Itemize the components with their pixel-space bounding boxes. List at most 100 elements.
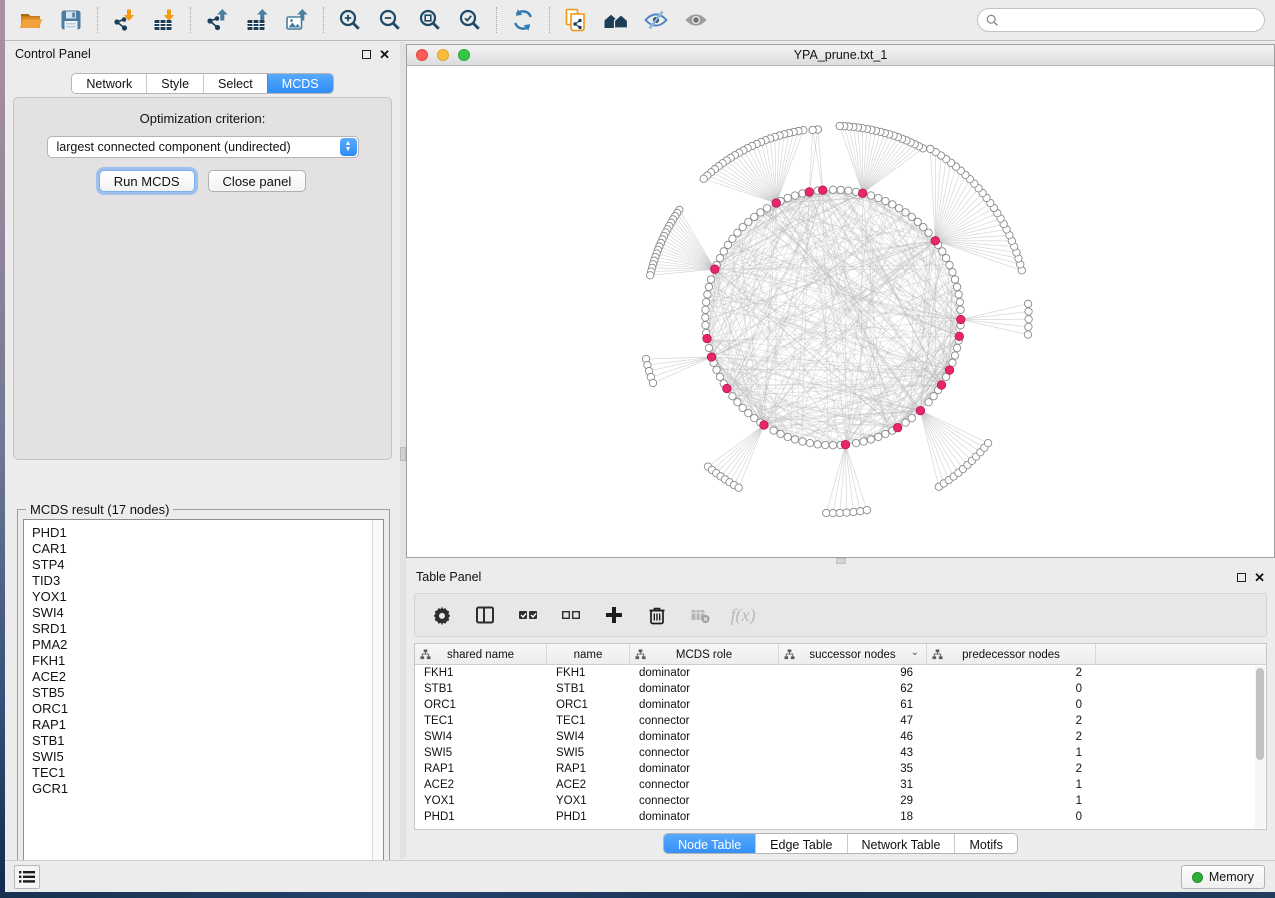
tab-network[interactable]: Network [72,74,146,93]
column-header-successor-nodes[interactable]: successor nodes⌄ [779,644,927,665]
tab-style[interactable]: Style [146,74,203,93]
mcds-result-list[interactable]: PHD1CAR1STP4TID3YOX1SWI4SRD1PMA2FKH1ACE2… [23,519,384,875]
home-icon[interactable] [596,4,636,36]
mcds-result-item[interactable]: CAR1 [32,541,383,557]
cell-successor_nodes: 47 [779,715,927,727]
zoom-selected-icon[interactable] [450,4,490,36]
table-row[interactable]: STB1STB1dominator620 [415,681,1266,697]
clone-network-icon[interactable] [556,4,596,36]
table-row[interactable]: YOX1YOX1connector291 [415,793,1266,809]
cell-predecessor_nodes: 1 [927,795,1096,807]
column-header-predecessor-nodes[interactable]: predecessor nodes [927,644,1096,665]
mcds-result-item[interactable]: PHD1 [32,525,383,541]
tab-network-table[interactable]: Network Table [847,834,955,854]
table-row[interactable]: ACE2ACE2connector311 [415,777,1266,793]
column-header-shared-name[interactable]: shared name [415,644,547,665]
mcds-result-item[interactable]: YOX1 [32,589,383,605]
search-input[interactable] [1004,13,1256,27]
table-row[interactable]: ORC1ORC1dominator610 [415,697,1266,713]
mcds-result-item[interactable]: STB5 [32,685,383,701]
mcds-result-item[interactable]: STP4 [32,557,383,573]
close-panel-icon[interactable]: ✕ [379,48,390,61]
cell-shared_name: ORC1 [415,699,547,711]
cell-predecessor_nodes: 0 [927,699,1096,711]
table-toolbar: f(x) [414,593,1267,637]
float-panel-icon[interactable] [362,50,371,59]
table-scrollbar[interactable] [1255,666,1265,828]
toolbar-separator [549,7,550,33]
mcds-result-item[interactable]: FKH1 [32,653,383,669]
table-panel: Table Panel ✕ f(x) share [406,565,1275,857]
mcds-result-item[interactable]: SWI4 [32,605,383,621]
refresh-layout-icon[interactable] [503,4,543,36]
status-bar: Memory [5,860,1275,892]
cell-shared_name: YOX1 [415,795,547,807]
table-panel-title: Table Panel [416,570,481,584]
cell-successor_nodes: 29 [779,795,927,807]
control-panel: Control Panel ✕ NetworkStyleSelectMCDS O… [5,42,400,858]
node-table: shared namenameMCDS rolesuccessor nodes⌄… [414,643,1267,830]
close-table-panel-icon[interactable]: ✕ [1254,571,1265,584]
column-header-name[interactable]: name [547,644,630,665]
zoom-in-icon[interactable] [330,4,370,36]
mcds-result-item[interactable]: STB1 [32,733,383,749]
network-canvas[interactable] [407,66,1274,557]
table-scrollbar-thumb[interactable] [1256,668,1264,760]
memory-button[interactable]: Memory [1181,865,1265,889]
mcds-result-item[interactable]: TEC1 [32,765,383,781]
unselect-all-icon[interactable] [558,602,584,628]
zoom-fit-icon[interactable] [410,4,450,36]
import-network-icon[interactable] [104,4,144,36]
cell-shared_name: FKH1 [415,667,547,679]
table-row[interactable]: FKH1FKH1dominator962 [415,665,1266,681]
show-panel-eye-icon[interactable] [676,4,716,36]
export-image-icon[interactable] [277,4,317,36]
table-settings-gear-icon[interactable] [429,602,455,628]
open-file-icon[interactable] [11,4,51,36]
tab-select[interactable]: Select [203,74,267,93]
horizontal-splitter-handle[interactable] [836,558,846,564]
mcds-list-scrollbar[interactable] [372,520,383,874]
run-mcds-button[interactable]: Run MCDS [99,170,195,192]
mcds-result-item[interactable]: RAP1 [32,717,383,733]
mcds-result-item[interactable]: GCR1 [32,781,383,797]
table-row[interactable]: RAP1RAP1dominator352 [415,761,1266,777]
network-graph[interactable] [407,66,1274,557]
export-network-icon[interactable] [197,4,237,36]
cell-successor_nodes: 62 [779,683,927,695]
table-row[interactable]: SWI5SWI5connector431 [415,745,1266,761]
tab-motifs[interactable]: Motifs [954,834,1016,854]
table-row[interactable]: SWI4SWI4dominator462 [415,729,1266,745]
network-window-titlebar[interactable]: YPA_prune.txt_1 [407,45,1274,66]
mcds-result-item[interactable]: SRD1 [32,621,383,637]
table-row[interactable]: PHD1PHD1dominator180 [415,809,1266,825]
mcds-result-item[interactable]: ACE2 [32,669,383,685]
zoom-out-icon[interactable] [370,4,410,36]
cell-mcds_role: dominator [630,699,779,711]
close-panel-button[interactable]: Close panel [208,170,307,192]
task-history-button[interactable] [14,865,40,889]
mcds-result-item[interactable]: SWI5 [32,749,383,765]
tab-mcds[interactable]: MCDS [267,74,333,93]
column-header-MCDS-role[interactable]: MCDS role [630,644,779,665]
show-columns-icon[interactable] [472,602,498,628]
float-table-panel-icon[interactable] [1237,573,1246,582]
save-session-icon[interactable] [51,4,91,36]
mcds-result-item[interactable]: PMA2 [32,637,383,653]
delete-row-trash-icon[interactable] [644,602,670,628]
tab-node-table[interactable]: Node Table [664,834,755,854]
memory-label: Memory [1209,870,1254,884]
tab-edge-table[interactable]: Edge Table [755,834,846,854]
export-table-icon[interactable] [237,4,277,36]
cell-predecessor_nodes: 1 [927,779,1096,791]
add-row-plus-icon[interactable] [601,602,627,628]
mcds-result-item[interactable]: TID3 [32,573,383,589]
search-box[interactable] [977,8,1265,32]
optimization-criterion-select[interactable]: largest connected component (undirected)… [47,136,359,158]
import-table-icon[interactable] [144,4,184,36]
cell-name: RAP1 [547,763,630,775]
mcds-result-item[interactable]: ORC1 [32,701,383,717]
table-row[interactable]: TEC1TEC1connector472 [415,713,1266,729]
hide-panel-eye-slash-icon[interactable] [636,4,676,36]
select-all-icon[interactable] [515,602,541,628]
